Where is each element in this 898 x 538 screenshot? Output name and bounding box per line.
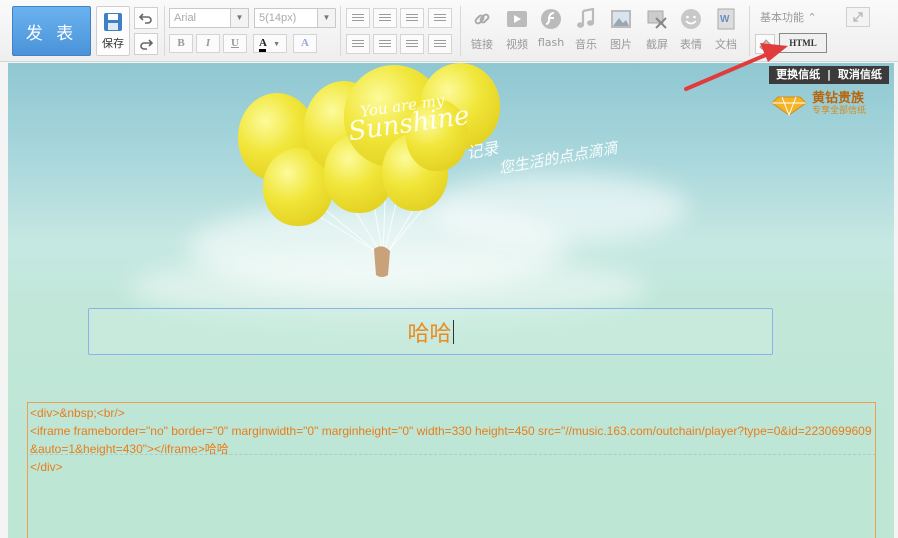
link-label: 链接 xyxy=(471,38,493,51)
video-label: 视频 xyxy=(506,38,528,51)
editor-toolbar: 发 表 保存 Arial ▼ 5(14px) ▼ B I U A ▼ A 链接 … xyxy=(0,0,898,62)
html-code-editor[interactable]: <div>&nbsp;<br/> <iframe frameborder="no… xyxy=(27,402,876,538)
image-icon xyxy=(610,8,632,30)
indent-button[interactable] xyxy=(428,34,452,54)
align-center-icon xyxy=(379,13,391,23)
chevron-down-icon: ▼ xyxy=(230,9,248,27)
expand-button[interactable] xyxy=(846,7,870,27)
title-input[interactable]: 哈哈 xyxy=(88,308,773,355)
music-icon xyxy=(575,8,597,30)
bold-button[interactable]: B xyxy=(169,34,193,53)
redo-icon xyxy=(140,39,153,50)
flash-icon xyxy=(540,8,562,30)
stationery-divider: | xyxy=(826,68,832,81)
document-icon: W xyxy=(715,8,737,30)
basic-functions-toggle[interactable]: 基本功能 ⌃ xyxy=(760,9,817,25)
text-caret xyxy=(452,319,454,344)
undo-icon xyxy=(139,13,152,24)
outdent-button[interactable] xyxy=(400,34,424,54)
change-stationery-link[interactable]: 更换信纸 xyxy=(776,68,820,81)
screenshot-icon xyxy=(646,8,668,30)
video-icon xyxy=(506,8,528,30)
ordered-list-button[interactable] xyxy=(346,34,370,54)
toolbar-divider xyxy=(460,6,461,56)
indent-icon xyxy=(434,39,446,49)
toolbar-divider xyxy=(340,6,341,56)
font-family-select[interactable]: Arial ▼ xyxy=(169,8,249,28)
vip-subtitle: 专享全部信纸 xyxy=(812,106,867,116)
save-label: 保存 xyxy=(102,37,124,50)
music-button[interactable]: 音乐 xyxy=(566,8,606,56)
font-size-select[interactable]: 5(14px) ▼ xyxy=(254,8,336,28)
undo-button[interactable] xyxy=(134,7,158,29)
vip-badge[interactable]: 黄钻贵族 专享全部信纸 xyxy=(770,92,866,118)
stationery-actions: 更换信纸 | 取消信纸 xyxy=(769,66,889,84)
emoticon-label: 表情 xyxy=(680,38,702,51)
diamond-icon xyxy=(771,96,807,116)
cancel-stationery-link[interactable]: 取消信纸 xyxy=(838,68,882,81)
align-right-button[interactable] xyxy=(400,8,424,28)
font-size-value: 5(14px) xyxy=(259,12,297,24)
save-icon xyxy=(104,13,122,31)
document-label: 文档 xyxy=(715,38,737,51)
align-left-button[interactable] xyxy=(346,8,370,28)
toolbar-divider xyxy=(749,6,750,56)
chevron-down-icon: ▼ xyxy=(273,40,281,48)
font-family-value: Arial xyxy=(174,12,197,24)
toolbar-divider xyxy=(164,6,165,56)
outdent-icon xyxy=(406,39,418,49)
eraser-icon xyxy=(759,39,771,50)
align-center-button[interactable] xyxy=(373,8,397,28)
html-mode-button[interactable]: HTML xyxy=(779,33,827,53)
align-right-icon xyxy=(406,13,418,23)
line-height-icon xyxy=(434,13,446,23)
unordered-list-button[interactable] xyxy=(373,34,397,54)
clear-format-button[interactable] xyxy=(755,34,775,54)
flash-label: flash xyxy=(537,36,565,49)
publish-button[interactable]: 发 表 xyxy=(12,6,91,56)
expand-icon xyxy=(853,12,863,22)
emoticon-icon xyxy=(680,8,702,30)
document-button[interactable]: W 文档 xyxy=(706,8,746,56)
italic-button[interactable]: I xyxy=(196,34,220,53)
unordered-list-icon xyxy=(379,39,391,49)
background-color-button[interactable]: A xyxy=(293,34,317,53)
font-color-label: A xyxy=(259,37,267,52)
svg-text:W: W xyxy=(720,14,730,25)
screenshot-label: 截屏 xyxy=(646,38,668,51)
line-height-button[interactable] xyxy=(428,8,452,28)
align-left-icon xyxy=(352,13,364,23)
image-label: 图片 xyxy=(610,38,632,51)
underline-button[interactable]: U xyxy=(223,34,247,53)
flash-button[interactable]: flash xyxy=(531,8,571,56)
font-color-button[interactable]: A ▼ xyxy=(253,34,287,53)
chevron-down-icon: ▼ xyxy=(317,9,335,27)
ordered-list-icon xyxy=(352,39,364,49)
link-icon xyxy=(471,8,493,30)
music-label: 音乐 xyxy=(575,38,597,51)
image-button[interactable]: 图片 xyxy=(601,8,641,56)
link-button[interactable]: 链接 xyxy=(462,8,502,56)
vip-title: 黄钻贵族 xyxy=(812,91,865,106)
emoticon-button[interactable]: 表情 xyxy=(671,8,711,56)
save-button[interactable]: 保存 xyxy=(96,6,130,56)
redo-button[interactable] xyxy=(134,33,158,55)
title-input-value: 哈哈 xyxy=(407,321,452,347)
